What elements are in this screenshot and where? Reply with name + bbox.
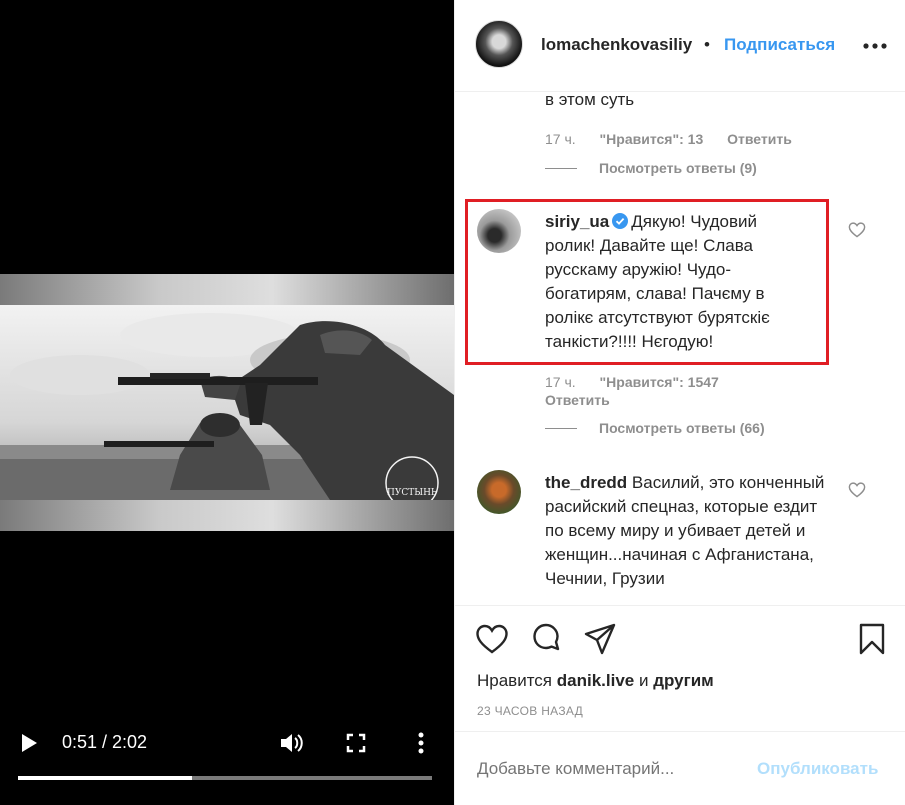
fullscreen-icon[interactable] — [344, 731, 368, 755]
comment-text: the_dredd Василий, это конченный расийск… — [545, 471, 835, 591]
video-progress-fill — [18, 776, 192, 780]
comment-likes[interactable]: "Нравится": 13 — [600, 131, 704, 147]
likes-and: и — [638, 671, 649, 690]
post-timestamp[interactable]: 23 ЧАСОВ НАЗАД — [477, 704, 583, 718]
comment-text: в этом суть — [545, 92, 635, 109]
commenter-avatar[interactable] — [477, 470, 521, 514]
bookmark-icon[interactable] — [855, 622, 889, 656]
post-panel: lomachenkovasiliy • Подписаться в этом с… — [454, 0, 905, 805]
comment-time: 17 ч. — [545, 374, 576, 390]
video-frame: ПУСТЫНЬ — [0, 274, 454, 531]
comment-likes[interactable]: "Нравится": 1547 — [600, 374, 719, 390]
video-time: 0:51 / 2:02 — [62, 732, 148, 752]
likes-others-link[interactable]: другим — [653, 671, 714, 690]
comment-time: 17 ч. — [545, 131, 576, 147]
view-replies-button[interactable]: Посмотреть ответы (9) — [599, 160, 757, 176]
like-comment-heart-icon[interactable] — [848, 222, 866, 238]
reply-button[interactable]: Ответить — [727, 131, 792, 147]
follow-button[interactable]: Подписаться — [724, 35, 835, 55]
comment-icon[interactable] — [529, 622, 563, 656]
like-comment-heart-icon[interactable] — [848, 482, 866, 498]
comment-body: Дякую! Чудовий ролик! Давайте ще! Слава … — [545, 212, 770, 351]
author-avatar[interactable] — [475, 20, 523, 68]
view-replies-button[interactable]: Посмотреть ответы (66) — [599, 420, 765, 436]
verified-badge-icon — [612, 212, 629, 229]
more-options-icon[interactable] — [862, 38, 888, 49]
share-icon[interactable] — [583, 622, 617, 656]
play-icon[interactable] — [18, 731, 40, 755]
publish-button[interactable]: Опубликовать — [757, 759, 878, 779]
replies-line — [545, 168, 577, 169]
comment-username[interactable]: the_dredd — [545, 473, 627, 492]
video-more-icon[interactable] — [414, 730, 428, 756]
comment-meta-reply: Ответить — [545, 392, 630, 408]
video-player[interactable]: ПУСТЫНЬ 0:51 / 2:02 — [0, 0, 454, 805]
comment-meta: 17 ч. "Нравится": 1547 — [545, 374, 739, 390]
video-watermark: ПУСТЫНЬ — [387, 488, 437, 498]
likes-user-link[interactable]: danik.live — [557, 671, 634, 690]
video-progress-bar[interactable] — [18, 776, 432, 780]
comment-input[interactable] — [477, 759, 737, 779]
replies-line — [545, 428, 577, 429]
comment-text: siriy_ua Дякую! Чудовий ролик! Давайте ще… — [545, 210, 795, 354]
comment-meta: 17 ч. "Нравится": 13 Ответить — [545, 131, 812, 147]
comments-list[interactable]: в этом суть 17 ч. "Нравится": 13 Ответит… — [455, 92, 905, 605]
heart-icon[interactable] — [475, 622, 509, 656]
volume-icon[interactable] — [278, 730, 306, 756]
header-separator: • — [704, 35, 710, 54]
reply-button[interactable]: Ответить — [545, 392, 610, 408]
comment-username[interactable]: siriy_ua — [545, 212, 609, 231]
likes-summary: Нравится danik.live и другим — [477, 671, 714, 691]
likes-prefix: Нравится — [477, 671, 553, 690]
author-username[interactable]: lomachenkovasiliy — [541, 35, 692, 55]
commenter-avatar[interactable] — [477, 209, 521, 253]
post-header: lomachenkovasiliy • Подписаться — [455, 0, 905, 92]
post-actions: Нравится danik.live и другим 23 ЧАСОВ НА… — [455, 605, 905, 805]
video-still: ПУСТЫНЬ — [0, 305, 454, 500]
add-comment-bar: Опубликовать — [455, 731, 905, 805]
